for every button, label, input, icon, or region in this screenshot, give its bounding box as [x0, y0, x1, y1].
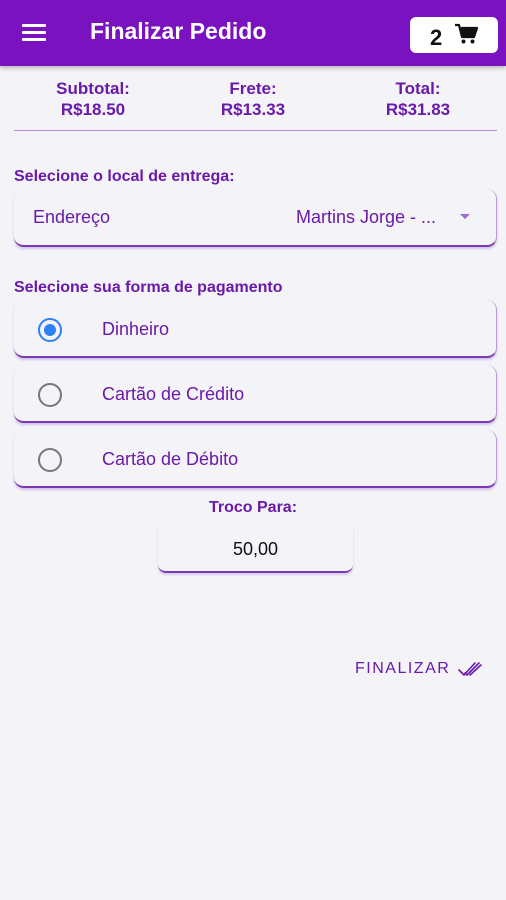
payment-option-label: Cartão de Crédito	[102, 384, 245, 404]
subtotal-label: Subtotal:	[56, 79, 130, 98]
total-block: Total: R$31.83	[343, 79, 493, 121]
frete-block: Frete: R$13.33	[178, 79, 328, 121]
troco-input[interactable]	[158, 527, 353, 573]
troco-label: Troco Para:	[208, 499, 298, 516]
subtotal-value: R$18.50	[60, 100, 126, 119]
address-dropdown[interactable]: Endereço Martins Jorge - ...	[14, 189, 497, 247]
total-label: Total:	[395, 79, 441, 98]
radio-unselected-icon[interactable]	[38, 448, 62, 472]
payment-option-label: Cartão de Débito	[102, 449, 239, 469]
double-check-icon	[458, 662, 482, 676]
hamburger-menu-icon[interactable]	[22, 22, 48, 44]
radio-unselected-icon[interactable]	[38, 383, 62, 407]
chevron-down-icon	[460, 214, 470, 219]
total-value: R$31.83	[385, 100, 451, 119]
address-selected-value: Martins Jorge - ...	[296, 207, 437, 227]
order-totals: Subtotal: R$18.50 Frete: R$13.33 Total: …	[14, 79, 497, 125]
cart-count: 2	[430, 25, 443, 50]
totals-divider	[14, 130, 497, 131]
app-bar: Finalizar Pedido 2	[0, 0, 506, 66]
subtotal-block: Subtotal: R$18.50	[18, 79, 168, 121]
payment-option-debito[interactable]: Cartão de Débito	[14, 430, 497, 488]
radio-selected-icon[interactable]	[38, 318, 62, 342]
frete-value: R$13.33	[220, 100, 286, 119]
address-field-label: Endereço	[33, 207, 111, 227]
payment-option-label: Dinheiro	[102, 319, 170, 339]
shopping-cart-icon	[455, 23, 478, 44]
delivery-section-label: Selecione o local de entrega:	[14, 168, 235, 185]
payment-option-credito[interactable]: Cartão de Crédito	[14, 365, 497, 423]
finalizar-label: FINALIZAR	[355, 660, 451, 677]
frete-label: Frete:	[229, 79, 277, 98]
finalizar-button[interactable]: FINALIZAR	[350, 654, 490, 684]
cart-button[interactable]: 2	[410, 17, 498, 53]
payment-section-label: Selecione sua forma de pagamento	[14, 279, 283, 296]
page-title: Finalizar Pedido	[90, 18, 267, 44]
payment-option-dinheiro[interactable]: Dinheiro	[14, 300, 497, 358]
